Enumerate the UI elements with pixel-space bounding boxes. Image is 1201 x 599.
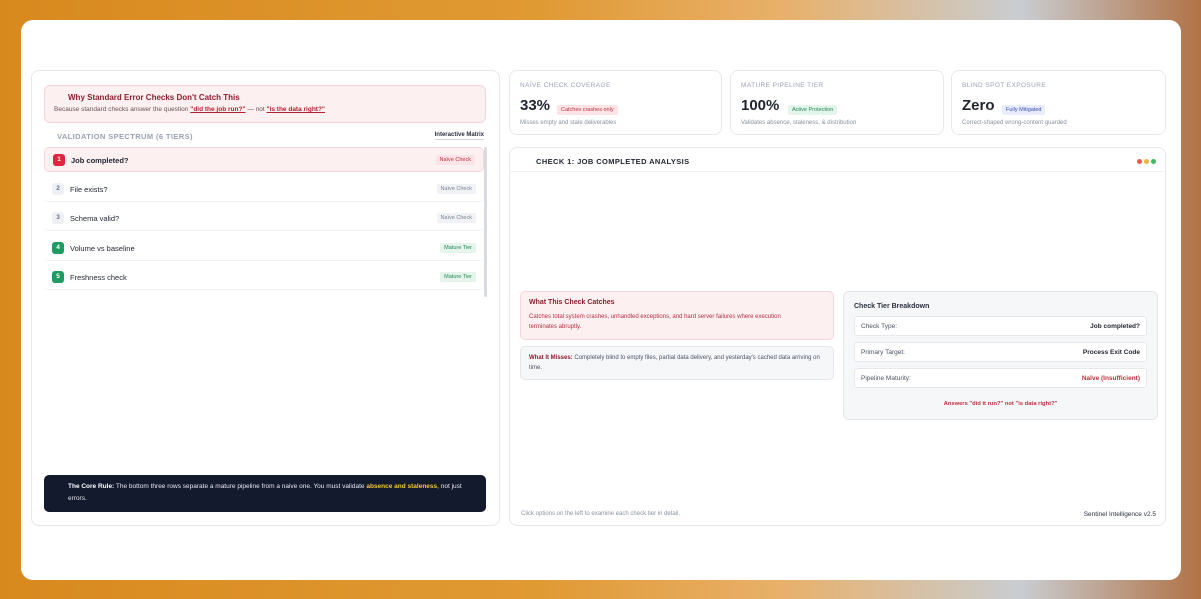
breakdown-value: Job completed? bbox=[1090, 323, 1140, 330]
tier-row-schema-valid[interactable]: 3 Schema valid? Naïve Check bbox=[44, 206, 484, 232]
breakdown-key: Pipeline Maturity: bbox=[861, 375, 911, 382]
analysis-title: CHECK 1: JOB COMPLETED ANALYSIS bbox=[536, 157, 690, 166]
tier-number: 2 bbox=[52, 182, 64, 195]
breakdown-value: Process Exit Code bbox=[1082, 349, 1140, 356]
breakdown-key: Primary Target: bbox=[861, 349, 905, 356]
validation-panel: Why Standard Error Checks Don't Catch Th… bbox=[31, 70, 500, 526]
catches-title: What This Check Catches bbox=[529, 299, 615, 306]
warning-title: Why Standard Error Checks Don't Catch Th… bbox=[68, 93, 240, 102]
tier-number: 5 bbox=[52, 271, 64, 284]
window-dot-red-icon bbox=[1137, 159, 1142, 164]
footer-version: Sentinel Intelligence v2.5 bbox=[1083, 511, 1156, 518]
breakdown-row-primary-target: Primary Target: Process Exit Code bbox=[854, 342, 1147, 362]
tier-label: Schema valid? bbox=[70, 214, 120, 224]
question-is-data-right: "is the data right?" bbox=[266, 106, 326, 113]
warning-text: Because standard checks answer the quest… bbox=[54, 106, 325, 113]
stat-value: 33% bbox=[520, 97, 551, 114]
window-dot-green-icon bbox=[1151, 159, 1156, 164]
tier-label: Volume vs baseline bbox=[70, 243, 135, 253]
divider bbox=[510, 171, 1165, 172]
tier-row-job-completed[interactable]: 1 Job completed? Naïve Check bbox=[44, 147, 484, 172]
catches-box: What This Check Catches Catches total sy… bbox=[520, 291, 834, 340]
footer-hint: Click options on the left to examine eac… bbox=[521, 511, 681, 517]
tier-label: Job completed? bbox=[71, 156, 129, 165]
core-rule-text-a: The bottom three rows separate a mature … bbox=[114, 483, 367, 490]
stat-card-mature-tier: MATURE PIPELINE TIER 100% Active Protect… bbox=[730, 70, 944, 135]
stat-card-naive-coverage: NAÏVE CHECK COVERAGE 33% Catches crashes… bbox=[509, 70, 722, 135]
tier-number: 1 bbox=[53, 154, 65, 166]
question-did-job-run: "did the job run?" bbox=[190, 106, 246, 113]
breakdown-note: Answers "did it run?" not "is data right… bbox=[943, 401, 1058, 407]
stat-subtext: Correct-shaped wrong-content guarded bbox=[962, 120, 1067, 126]
interactive-matrix-badge: Interactive Matrix bbox=[434, 132, 484, 140]
stat-pill: Catches crashes only bbox=[557, 105, 618, 115]
stat-subtext: Misses empty and stale deliverables bbox=[520, 120, 617, 126]
stat-card-blind-spot: BLIND SPOT EXPOSURE Zero Fully Mitigated… bbox=[951, 70, 1166, 135]
analysis-panel: CHECK 1: JOB COMPLETED ANALYSIS What Thi… bbox=[509, 147, 1166, 526]
core-rule-label: The Core Rule: bbox=[68, 483, 115, 490]
breakdown-row-pipeline-maturity: Pipeline Maturity: Naïve (Insufficient) bbox=[854, 368, 1147, 388]
stat-pill: Fully Mitigated bbox=[1002, 105, 1046, 115]
tier-number: 4 bbox=[52, 241, 64, 254]
breakdown-value: Naïve (Insufficient) bbox=[1081, 375, 1140, 382]
tier-row-freshness-check[interactable]: 5 Freshness check Mature Tier bbox=[44, 265, 484, 291]
tier-list-scrollbar[interactable] bbox=[484, 147, 487, 297]
core-rule-highlight: absence and staleness bbox=[366, 483, 438, 490]
tier-breakdown-card: Check Tier Breakdown Check Type: Job com… bbox=[843, 291, 1158, 420]
app-frame: Why Standard Error Checks Don't Catch Th… bbox=[21, 20, 1181, 580]
warning-text-mid: — not bbox=[245, 106, 267, 113]
tier-label: File exists? bbox=[70, 184, 108, 194]
misses-label: What It Misses: bbox=[529, 355, 573, 361]
tier-badge: Mature Tier bbox=[440, 242, 476, 253]
tier-badge: Naïve Check bbox=[436, 183, 476, 194]
spectrum-title: VALIDATION SPECTRUM (6 TIERS) bbox=[57, 132, 193, 141]
stat-label: NAÏVE CHECK COVERAGE bbox=[520, 82, 611, 89]
stat-subtext: Validates absence, staleness, & distribu… bbox=[741, 120, 857, 126]
tier-badge: Naïve Check bbox=[436, 213, 476, 224]
breakdown-row-check-type: Check Type: Job completed? bbox=[854, 316, 1147, 336]
misses-text: Completely blind to empty files, partial… bbox=[529, 355, 820, 371]
tier-badge: Mature Tier bbox=[440, 272, 476, 283]
catches-text: Catches total system crashes, unhandled … bbox=[529, 314, 781, 330]
stat-value: Zero bbox=[962, 97, 995, 114]
stat-label: BLIND SPOT EXPOSURE bbox=[962, 82, 1047, 89]
warning-box: Why Standard Error Checks Don't Catch Th… bbox=[44, 85, 486, 123]
core-rule-banner: The Core Rule: The bottom three rows sep… bbox=[44, 475, 486, 512]
stat-pill: Active Protection bbox=[788, 105, 838, 115]
tier-row-volume-vs-baseline[interactable]: 4 Volume vs baseline Mature Tier bbox=[44, 236, 484, 261]
tier-badge: Naïve Check bbox=[435, 155, 475, 165]
stat-value: 100% bbox=[741, 97, 780, 114]
window-dot-yellow-icon bbox=[1144, 159, 1149, 164]
tier-label: Freshness check bbox=[70, 273, 127, 283]
tier-number: 3 bbox=[52, 212, 64, 225]
warning-text-prefix: Because standard checks answer the quest… bbox=[54, 106, 191, 113]
tier-row-file-exists[interactable]: 2 File exists? Naïve Check bbox=[44, 177, 484, 202]
misses-box: What It Misses: Completely blind to empt… bbox=[520, 346, 834, 380]
tier-list: 1 Job completed? Naïve Check 2 File exis… bbox=[44, 147, 484, 295]
stat-label: MATURE PIPELINE TIER bbox=[741, 82, 824, 89]
breakdown-title: Check Tier Breakdown bbox=[854, 303, 930, 310]
breakdown-key: Check Type: bbox=[861, 323, 898, 330]
